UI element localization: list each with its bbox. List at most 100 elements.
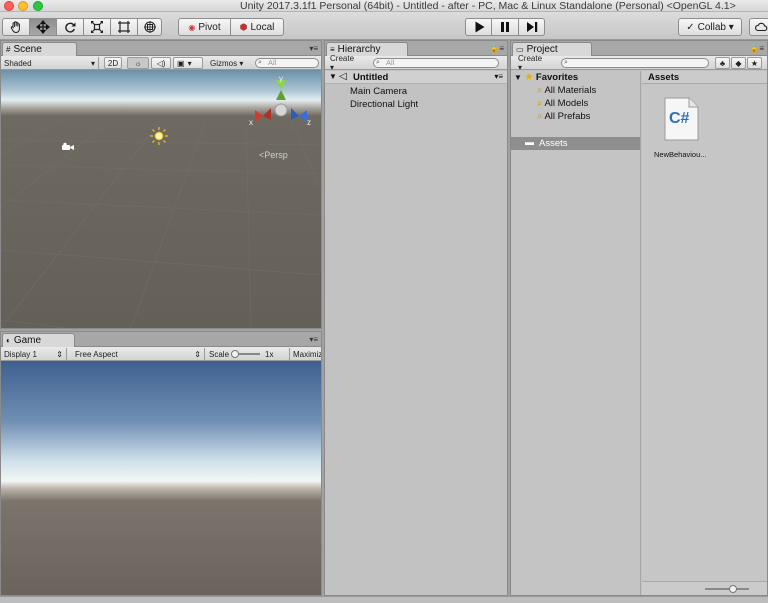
maximize-label: Maximiz xyxy=(293,349,321,359)
game-controller-icon: ◐ xyxy=(6,336,11,345)
scene-toolbar: Shaded ▾ 2D ☼ ◁) ▣ ▾ Gizmos ▾ ⌕ All xyxy=(1,56,321,70)
speaker-icon: ◁) xyxy=(156,58,166,68)
maximize-on-play-toggle[interactable]: Maximiz xyxy=(289,348,321,360)
panel-menu-icon[interactable]: ▾≡ xyxy=(309,44,318,53)
search-icon: ⌕ xyxy=(537,111,543,122)
gizmos-label: Gizmos ▾ xyxy=(210,58,244,68)
window-title: Unity 2017.3.1f1 Personal (64bit) - Unti… xyxy=(240,0,736,12)
pivot-label: Pivot xyxy=(198,21,221,33)
tab-game[interactable]: ◐ Game xyxy=(2,333,75,347)
transform-tool-button[interactable] xyxy=(138,18,162,36)
audio-toggle[interactable]: ◁) xyxy=(151,57,171,69)
hierarchy-item[interactable]: Main Camera xyxy=(350,86,407,97)
game-toolbar: Display 1 ⇕ Free Aspect ⇕ Scale 1x Maxim… xyxy=(1,347,321,361)
expand-arrow-icon[interactable]: ▼ xyxy=(514,73,522,82)
window-title-bar: Unity 2017.3.1f1 Personal (64bit) - Unti… xyxy=(0,0,768,12)
gizmos-dropdown[interactable]: Gizmos ▾ xyxy=(207,57,251,69)
panel-menu-icon[interactable]: 🔒≡ xyxy=(489,44,504,53)
play-button[interactable] xyxy=(465,18,492,36)
rect-icon xyxy=(118,21,130,33)
tag-icon: ◆ xyxy=(735,58,742,68)
scene-search-input[interactable]: ⌕ All xyxy=(255,58,319,68)
asset-file-name: NewBehaviou... xyxy=(654,150,707,159)
favorite-item[interactable]: ⌕ All Models xyxy=(537,98,588,109)
local-label: Local xyxy=(250,21,275,33)
scene-search-placeholder: All xyxy=(268,58,277,67)
filter-label-button[interactable]: ◆ xyxy=(731,57,746,69)
panel-menu-icon[interactable]: ▾≡ xyxy=(309,335,318,344)
collab-icon: ✓ xyxy=(686,21,695,33)
2d-toggle[interactable]: 2D xyxy=(104,57,122,69)
scene-menu-icon[interactable]: ▾≡ xyxy=(494,72,503,81)
game-viewport[interactable] xyxy=(1,361,321,595)
status-bar xyxy=(0,596,768,603)
cloud-button[interactable] xyxy=(749,18,768,36)
local-toggle-button[interactable]: ⬢ Local xyxy=(231,18,284,36)
expand-arrow-icon[interactable]: ▼ xyxy=(329,72,337,81)
scene-panel: # Scene ▾≡ Shaded ▾ 2D ☼ ◁) ▣ ▾ Gizmos ▾ … xyxy=(0,40,322,329)
close-window-button[interactable] xyxy=(4,1,14,11)
csharp-icon-text: C# xyxy=(669,110,690,127)
asset-zoom-bar xyxy=(642,581,767,595)
game-tab-label: Game xyxy=(13,335,42,346)
favorite-item[interactable]: ⌕ All Materials xyxy=(537,85,596,96)
directional-light-gizmo[interactable] xyxy=(149,126,169,146)
grid-icon: # xyxy=(6,45,11,54)
asset-zoom-slider[interactable] xyxy=(705,585,749,593)
assets-header-label: Assets xyxy=(648,72,680,83)
camera-icon xyxy=(62,142,74,150)
aspect-dropdown[interactable]: Free Aspect ⇕ xyxy=(72,348,205,360)
rect-tool-button[interactable] xyxy=(111,18,138,36)
asset-file[interactable]: C# NewBehaviou... xyxy=(650,97,712,161)
effects-dropdown[interactable]: ▣ ▾ xyxy=(173,57,203,69)
hierarchy-panel: ≡ Hierarchy 🔒≡ Create ▾ ⌕ All ▼ ◁ Untitl… xyxy=(324,40,508,596)
aspect-label: Free Aspect xyxy=(75,349,118,359)
scale-slider[interactable] xyxy=(231,350,261,358)
orientation-gizmo[interactable]: y x z xyxy=(249,74,313,134)
rotate-tool-button[interactable] xyxy=(57,18,84,36)
project-search-input[interactable]: ⌕ xyxy=(561,58,709,68)
shading-mode-dropdown[interactable]: Shaded ▾ xyxy=(1,57,99,69)
project-create-dropdown[interactable]: Create ▾ xyxy=(515,54,551,72)
favorites-label: Favorites xyxy=(535,72,579,83)
create-label: Create ▾ xyxy=(330,54,355,72)
favorite-item[interactable]: ⌕ All Prefabs xyxy=(537,111,590,122)
assets-folder-row[interactable]: ▬ Assets xyxy=(511,137,640,150)
pause-button[interactable] xyxy=(492,18,519,36)
scene-tab-label: Scene xyxy=(13,44,42,55)
scene-tabstrip: # Scene ▾≡ xyxy=(1,41,321,56)
scene-viewport[interactable]: y x z <Persp xyxy=(1,70,321,328)
panel-menu-icon[interactable]: 🔒≡ xyxy=(749,44,764,53)
zoom-window-button[interactable] xyxy=(33,1,43,11)
hand-tool-button[interactable] xyxy=(2,18,30,36)
transform-icon xyxy=(143,21,156,33)
assets-header: Assets xyxy=(642,71,767,84)
collab-button[interactable]: ✓ Collab ▾ xyxy=(678,18,742,36)
camera-gizmo[interactable] xyxy=(61,142,75,152)
persp-label[interactable]: <Persp xyxy=(259,150,288,160)
lighting-toggle[interactable]: ☼ xyxy=(127,57,149,69)
display-dropdown[interactable]: Display 1 ⇕ xyxy=(1,348,67,360)
hierarchy-item[interactable]: Directional Light xyxy=(350,99,418,110)
favorite-label: All Models xyxy=(544,98,589,109)
shading-mode-label: Shaded xyxy=(4,58,32,68)
scale-tool-button[interactable] xyxy=(84,18,111,36)
asset-zoom-thumb[interactable] xyxy=(729,585,737,593)
create-label: Create ▾ xyxy=(518,54,543,72)
favorites-row[interactable]: ▼ ★ Favorites xyxy=(514,72,578,83)
move-tool-button[interactable] xyxy=(30,18,57,36)
game-tabstrip: ◐ Game ▾≡ xyxy=(1,332,321,347)
step-button[interactable] xyxy=(519,18,545,36)
scale-slider-thumb[interactable] xyxy=(231,350,240,358)
hierarchy-create-dropdown[interactable]: Create ▾ xyxy=(327,54,363,72)
favorite-button[interactable]: ★ xyxy=(747,57,762,69)
step-icon xyxy=(526,22,537,32)
tab-scene[interactable]: # Scene xyxy=(2,42,77,56)
pivot-toggle-button[interactable]: ◉ Pivot xyxy=(178,18,231,36)
scale-value: 1x xyxy=(265,349,274,359)
axis-z-label: z xyxy=(307,118,311,127)
scene-root-row[interactable]: ▼ ◁ Untitled ▾≡ xyxy=(325,71,507,84)
filter-type-button[interactable]: ♣ xyxy=(715,57,730,69)
hierarchy-search-input[interactable]: ⌕ All xyxy=(373,58,499,68)
minimize-window-button[interactable] xyxy=(18,1,28,11)
